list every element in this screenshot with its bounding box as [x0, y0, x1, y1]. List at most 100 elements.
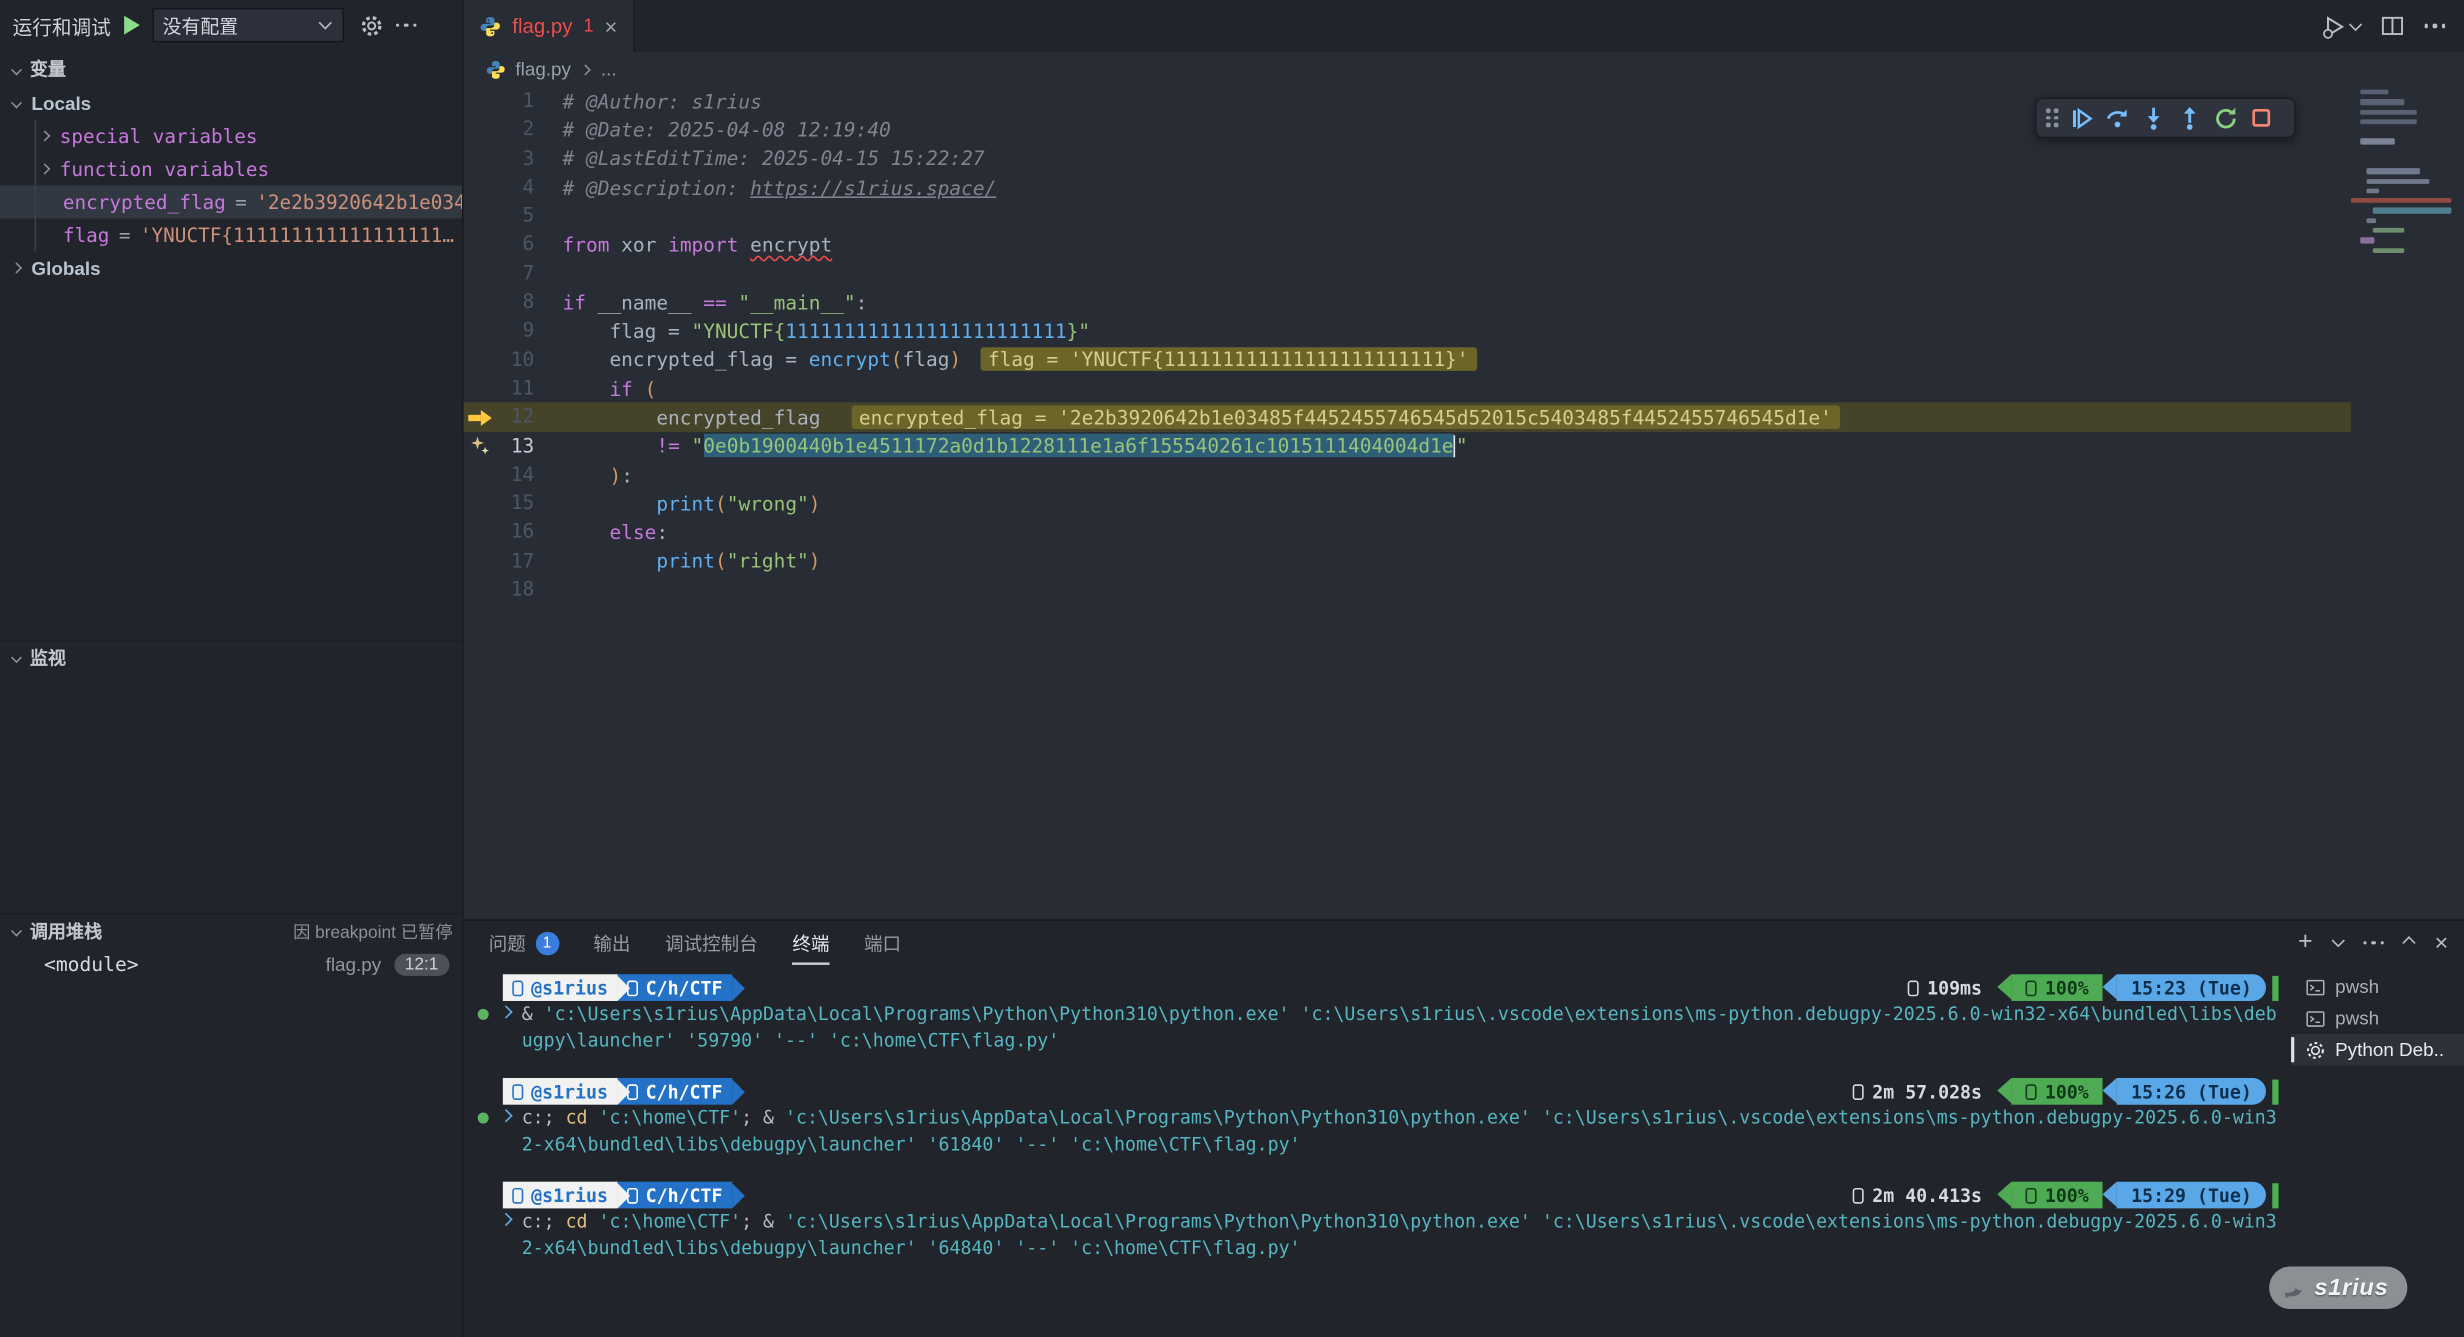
minimap[interactable] [2351, 90, 2464, 373]
code-line[interactable]: 8if __name__ == "__main__": [464, 288, 2351, 317]
panel-tab-调试控制台[interactable]: 调试控制台 [665, 921, 758, 965]
gutter[interactable]: 5 [464, 201, 563, 230]
prompt-user-segment: @s1rius [503, 974, 618, 1001]
gutter[interactable]: 9 [464, 316, 563, 345]
terminal-command-block[interactable]: @s1riusC/h/CTF2m 40.413s100%15:29 (Tue)c… [464, 1182, 2292, 1261]
variable-row[interactable]: encrypted_flag='2e2b3920642b1e034… [0, 185, 462, 218]
variable-row[interactable]: function variables [0, 152, 462, 185]
gutter[interactable]: 12 [464, 403, 563, 432]
gutter[interactable]: 2 [464, 115, 563, 144]
step-into-icon[interactable] [2140, 104, 2167, 131]
code-line[interactable]: 10 encrypted_flag = encrypt(flag)flag = … [464, 345, 2351, 374]
terminal-tab-pwsh[interactable]: pwsh [2291, 1003, 2464, 1034]
code-token: if [609, 377, 632, 401]
code-line[interactable]: 15 print("wrong") [464, 489, 2351, 518]
code-token: ) [809, 549, 821, 573]
sparkle-icon[interactable] [470, 435, 490, 455]
code-line[interactable]: 5 [464, 201, 2351, 230]
code-line[interactable]: 3# @LastEditTime: 2025-04-15 15:22:27 [464, 144, 2351, 173]
variables-header[interactable]: 变量 [0, 52, 462, 87]
powerline-arrow-icon [732, 1182, 745, 1207]
terminal-tab-pwsh[interactable]: pwsh [2291, 971, 2464, 1002]
minimap-line [2360, 149, 2464, 154]
panel-tab-端口[interactable]: 端口 [864, 921, 901, 965]
callstack-frame[interactable]: <module>flag.py12:1 [0, 948, 462, 981]
gutter[interactable]: 17 [464, 546, 563, 575]
equals-sign: = [235, 191, 247, 213]
variable-row[interactable]: flag='YNUCTF{111111111111111111… [0, 218, 462, 251]
step-out-icon[interactable] [2176, 104, 2203, 131]
powerline-arrow-icon [732, 975, 745, 1000]
drag-grip-icon[interactable] [2046, 109, 2059, 127]
gutter[interactable]: 15 [464, 489, 563, 518]
duration-text: 2m 40.413s [1872, 1184, 1982, 1206]
gutter[interactable]: 18 [464, 575, 563, 604]
code-line[interactable]: 9 flag = "YNUCTF{11111111111111111111111… [464, 316, 2351, 345]
continue-icon[interactable] [2068, 104, 2095, 131]
terminal[interactable]: @s1riusC/h/CTF109ms100%15:23 (Tue)& 'c:\… [464, 965, 2292, 1337]
variable-row[interactable]: Locals [0, 86, 462, 119]
code-line[interactable]: 14 ): [464, 460, 2351, 489]
code-line[interactable]: 7 [464, 259, 2351, 288]
panel-tab-问题[interactable]: 问题1 [489, 921, 559, 965]
watch-header[interactable]: 监视 [0, 640, 462, 675]
variable-value: 'YNUCTF{111111111111111111… [140, 224, 454, 246]
code-line[interactable]: 18 [464, 575, 2351, 604]
panel-tab-终端[interactable]: 终端 [792, 921, 829, 965]
more-actions-icon[interactable] [2424, 24, 2445, 28]
time-badge: 15:26 (Tue) [2117, 1078, 2266, 1105]
code-line[interactable]: 6from xor import encrypt [464, 230, 2351, 259]
close-icon[interactable]: × [605, 15, 618, 37]
code-line[interactable]: 12 encrypted_flag encrypted_flag = '2e2b… [464, 403, 2351, 432]
gutter[interactable]: 8 [464, 288, 563, 317]
code-line[interactable]: 16 else: [464, 518, 2351, 547]
gutter[interactable]: 6 [464, 230, 563, 259]
split-editor-icon[interactable] [2380, 14, 2404, 38]
terminal-tab-Python Deb..[interactable]: Python Deb.. [2291, 1034, 2464, 1065]
code-line[interactable]: 11 if ( [464, 374, 2351, 403]
gutter[interactable]: 13 [464, 431, 563, 460]
gutter[interactable]: 11 [464, 374, 563, 403]
panel-tab-输出[interactable]: 输出 [593, 921, 630, 965]
gutter[interactable]: 1 [464, 86, 563, 115]
new-terminal-icon[interactable]: + [2298, 930, 2313, 955]
terminal-dropdown-icon[interactable] [2331, 934, 2344, 947]
stop-icon[interactable] [2249, 105, 2274, 130]
breadcrumb-more: ... [601, 58, 617, 80]
more-actions-icon[interactable] [395, 23, 416, 27]
command-success-dot [478, 1009, 489, 1020]
code-line[interactable]: 4# @Description: https://s1rius.space/ [464, 173, 2351, 202]
gutter[interactable]: 3 [464, 144, 563, 173]
callstack-header[interactable]: 调用堆栈 因 breakpoint 已暂停 [0, 913, 462, 948]
tab-flag-py[interactable]: flag.py 1 × [464, 0, 635, 52]
terminal-command-block[interactable]: @s1riusC/h/CTF2m 57.028s100%15:26 (Tue)c… [464, 1078, 2292, 1157]
terminal-command-block[interactable]: @s1riusC/h/CTF109ms100%15:23 (Tue)& 'c:\… [464, 974, 2292, 1053]
code-line[interactable]: 13 != "0e0b1900440b1e4511172a0d1b1228111… [464, 431, 2351, 460]
gear-icon[interactable] [359, 13, 383, 37]
variable-row[interactable]: Globals [0, 251, 462, 284]
code-line[interactable]: 17 print("right") [464, 546, 2351, 575]
line-number: 7 [523, 261, 535, 285]
maximize-panel-icon[interactable] [2403, 936, 2416, 949]
start-debug-icon[interactable] [123, 16, 139, 35]
python-file-icon [479, 15, 501, 37]
code-editor[interactable]: 1# @Author: s1rius2# @Date: 2025-04-08 1… [464, 86, 2464, 919]
more-actions-icon[interactable] [2363, 941, 2384, 945]
code-token: xor [609, 233, 668, 257]
breadcrumb[interactable]: flag.py ... [464, 52, 2464, 87]
run-python-file-icon[interactable] [2320, 13, 2359, 38]
gutter[interactable]: 16 [464, 518, 563, 547]
variable-row[interactable]: special variables [0, 119, 462, 152]
gutter[interactable]: 4 [464, 173, 563, 202]
restart-icon[interactable] [2213, 104, 2240, 131]
gutter[interactable]: 10 [464, 345, 563, 374]
gutter[interactable]: 14 [464, 460, 563, 489]
debug-gear-icon [2305, 1039, 2325, 1059]
close-panel-icon[interactable]: × [2434, 931, 2448, 955]
time-badge: 15:29 (Tue) [2117, 1182, 2266, 1209]
gutter[interactable]: 7 [464, 259, 563, 288]
variable-label: special variables [60, 125, 258, 147]
step-over-icon[interactable] [2104, 104, 2131, 131]
debug-config-select[interactable]: 没有配置 [152, 8, 344, 43]
missing-glyph-icon [1908, 980, 1919, 996]
